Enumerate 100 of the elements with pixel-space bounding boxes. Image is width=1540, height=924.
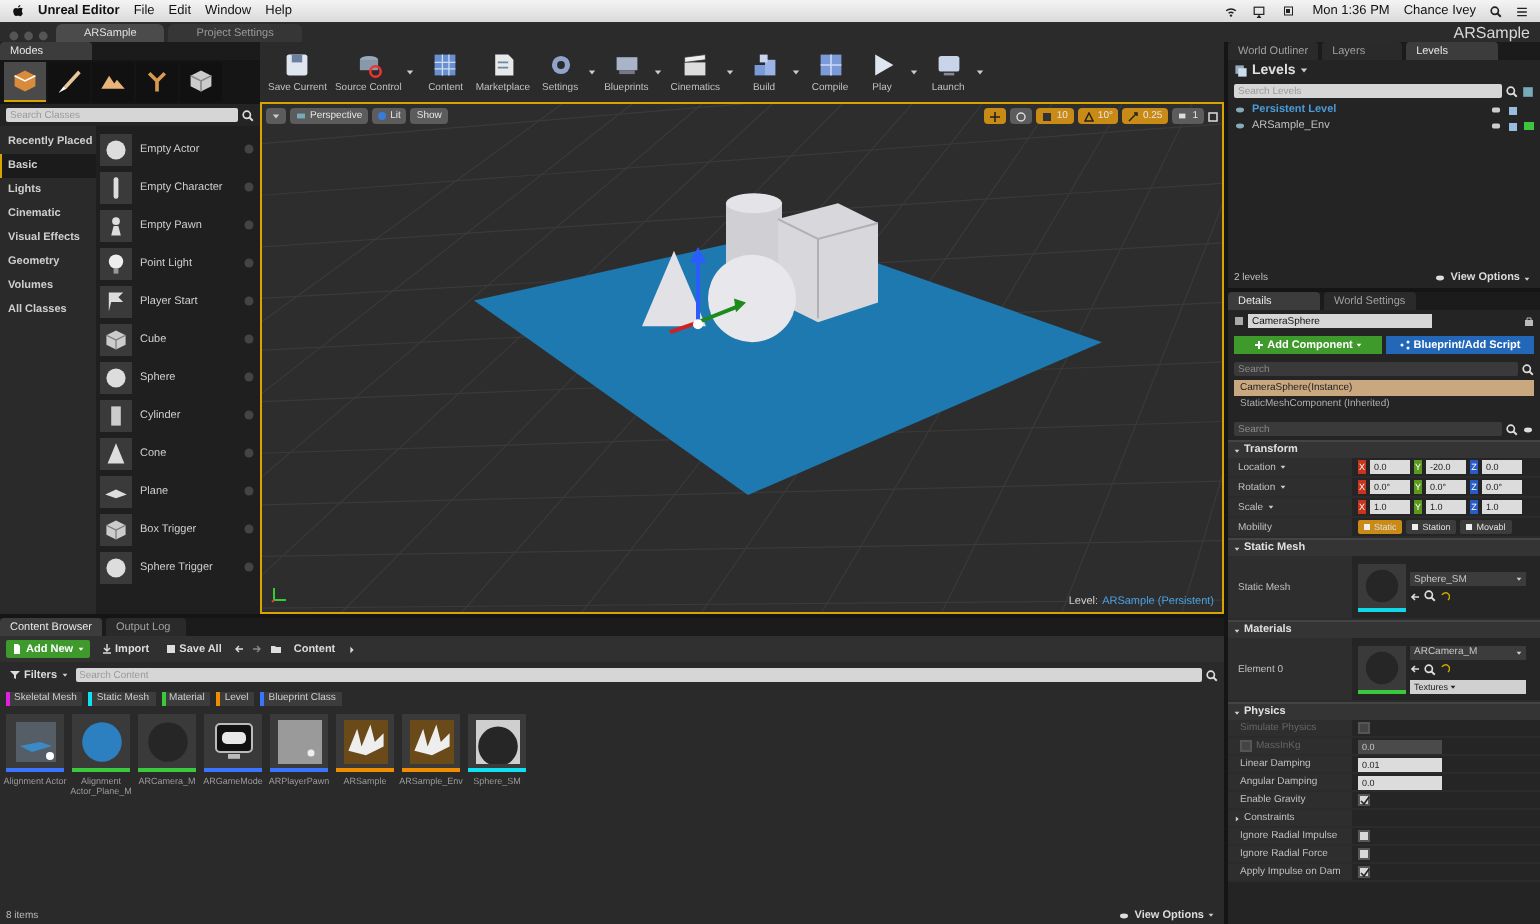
material-thumbnail[interactable] [1358, 645, 1406, 693]
folder-icon [269, 644, 282, 654]
info-icon [244, 524, 254, 534]
caret-icon [725, 68, 734, 76]
plane-icon [13, 721, 57, 761]
arrow-left-icon [1410, 664, 1420, 674]
actor-thumbnail[interactable] [100, 361, 132, 393]
back-arrow-icon [233, 644, 244, 654]
globe-icon [1016, 111, 1027, 121]
caret-icon [1279, 484, 1286, 490]
mesh-thumbnail[interactable] [1358, 563, 1406, 611]
database-icon [355, 51, 382, 77]
actor-thumbnail[interactable] [100, 171, 132, 203]
move-icon [990, 111, 1001, 121]
asset-thumbnail[interactable] [72, 714, 130, 772]
checkbox[interactable] [1358, 848, 1370, 860]
caret-icon [1516, 576, 1522, 582]
actor-thumbnail[interactable] [100, 133, 132, 165]
globe-icon [378, 112, 387, 120]
search-icon [1206, 669, 1218, 681]
viewport-menu-button[interactable] [266, 108, 286, 124]
search-icon [1506, 85, 1518, 97]
world-button[interactable] [1010, 108, 1033, 124]
document-icon [489, 51, 516, 77]
caret-icon [1208, 912, 1214, 918]
asset-thumbnail[interactable] [336, 714, 394, 772]
info-icon [244, 220, 254, 230]
caret-icon [653, 68, 662, 76]
maximize-icon [1208, 111, 1218, 121]
caret-icon [1299, 66, 1308, 74]
caret-icon [406, 68, 415, 76]
search-icon [1522, 363, 1534, 375]
cone-icon [104, 441, 128, 465]
transform-button[interactable] [984, 108, 1007, 124]
list-icon [1516, 5, 1528, 17]
mode-button[interactable] [180, 62, 222, 102]
checkbox[interactable] [1358, 866, 1370, 878]
map-icon [409, 719, 453, 763]
asset-thumbnail[interactable] [468, 714, 526, 772]
actor-thumbnail[interactable] [100, 513, 132, 545]
forward-arrow-icon [251, 644, 262, 654]
mode-button[interactable] [4, 62, 46, 102]
caret-icon [1516, 649, 1522, 655]
asset-thumbnail[interactable] [204, 714, 262, 772]
monitor-icon [613, 51, 640, 77]
caret-icon [272, 112, 280, 120]
brush-icon [56, 68, 82, 94]
actor-thumbnail[interactable] [100, 437, 132, 469]
sphere-icon [475, 719, 519, 763]
nodes-icon [1399, 340, 1410, 350]
asset-thumbnail[interactable] [270, 714, 328, 772]
caret-icon [587, 68, 596, 76]
asset-thumbnail[interactable] [138, 714, 196, 772]
window-buttons-icon [8, 30, 52, 42]
info-icon [244, 334, 254, 344]
caret-icon [1356, 342, 1363, 348]
info-icon [244, 486, 254, 496]
caret-icon [1234, 545, 1240, 551]
info-icon [244, 410, 254, 420]
flag-icon [104, 289, 128, 313]
clapperboard-icon [682, 51, 709, 77]
mode-button[interactable] [92, 62, 134, 102]
asset-thumbnail[interactable] [6, 714, 64, 772]
blocks-icon [751, 51, 778, 77]
info-icon [244, 296, 254, 306]
caret-icon [1524, 275, 1530, 281]
grid-icon [1042, 111, 1053, 121]
actor-thumbnail[interactable] [100, 323, 132, 355]
info-icon [244, 144, 254, 154]
checkbox[interactable] [1358, 794, 1370, 806]
download-icon [101, 644, 112, 654]
caret-icon [1267, 504, 1274, 510]
grid-icon [432, 51, 459, 77]
apple-icon [12, 4, 24, 18]
lock-icon [1524, 316, 1534, 326]
eye-icon [1434, 274, 1447, 282]
scale-icon [1128, 111, 1139, 121]
monitor-icon [935, 51, 962, 77]
sphere-icon [104, 137, 128, 161]
caret-icon [77, 646, 84, 652]
reset-icon [1440, 591, 1450, 601]
search-icon [1424, 590, 1436, 602]
eye-icon [1118, 911, 1131, 919]
settings-icon [547, 51, 574, 77]
caret-icon [61, 672, 68, 678]
checkbox[interactable] [1358, 830, 1370, 842]
mode-button[interactable] [48, 62, 90, 102]
angle-icon [1083, 111, 1094, 121]
mode-button[interactable] [136, 62, 178, 102]
info-icon [244, 372, 254, 382]
search-icon [1506, 423, 1518, 435]
actor-thumbnail[interactable] [100, 475, 132, 507]
asset-thumbnail[interactable] [402, 714, 460, 772]
search-icon [1424, 663, 1436, 675]
actor-thumbnail[interactable] [100, 247, 132, 279]
actor-thumbnail[interactable] [100, 551, 132, 583]
actor-thumbnail[interactable] [100, 285, 132, 317]
actor-thumbnail[interactable] [100, 209, 132, 241]
caret-icon [1450, 683, 1457, 689]
actor-thumbnail[interactable] [100, 399, 132, 431]
